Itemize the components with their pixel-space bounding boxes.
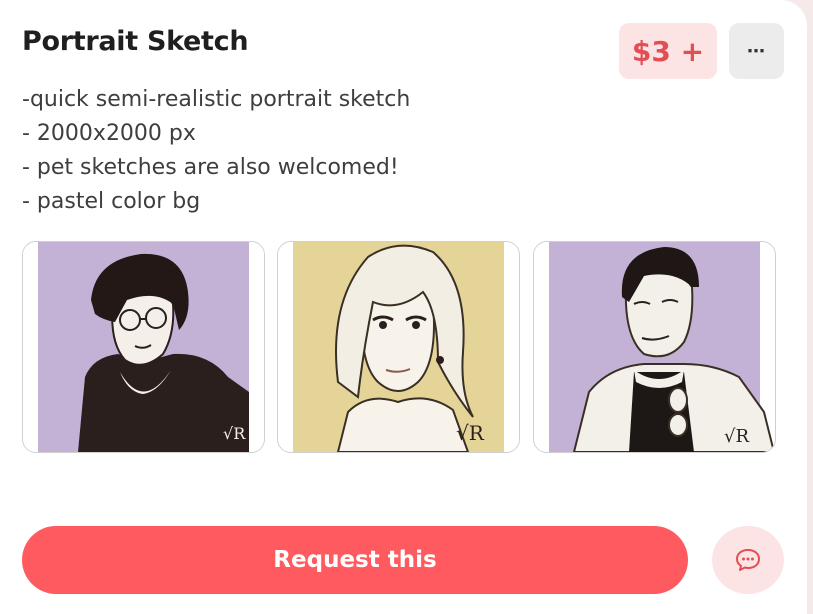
sample-image-2[interactable]: √R (277, 241, 520, 453)
description: -quick semi-realistic portrait sketch - … (22, 83, 582, 219)
chat-bubble-icon (736, 549, 760, 571)
request-button[interactable]: Request this (22, 526, 688, 594)
price-badge: $3 + (619, 23, 717, 79)
card-title: Portrait Sketch (22, 26, 249, 57)
ellipsis-icon: ⋯ (747, 40, 766, 62)
portrait-sketch-image-2: √R (278, 242, 519, 452)
svg-text:√R: √R (724, 426, 749, 447)
sample-image-3[interactable]: √R (533, 241, 776, 453)
description-line: - pastel color bg (22, 189, 201, 214)
description-line: -quick semi-realistic portrait sketch (22, 87, 411, 112)
chat-button[interactable] (712, 526, 784, 594)
sample-image-1[interactable]: √R (22, 241, 265, 453)
portrait-sketch-image-1: √R (23, 242, 264, 452)
portrait-sketch-image-3: √R (534, 242, 775, 452)
commission-card: Portrait Sketch $3 + ⋯ -quick semi-reali… (0, 0, 807, 614)
svg-text:√R: √R (223, 424, 246, 443)
svg-text:√R: √R (456, 421, 485, 445)
description-line: - pet sketches are also welcomed! (22, 155, 399, 180)
description-line: - 2000x2000 px (22, 121, 196, 146)
more-options-button[interactable]: ⋯ (729, 23, 784, 79)
